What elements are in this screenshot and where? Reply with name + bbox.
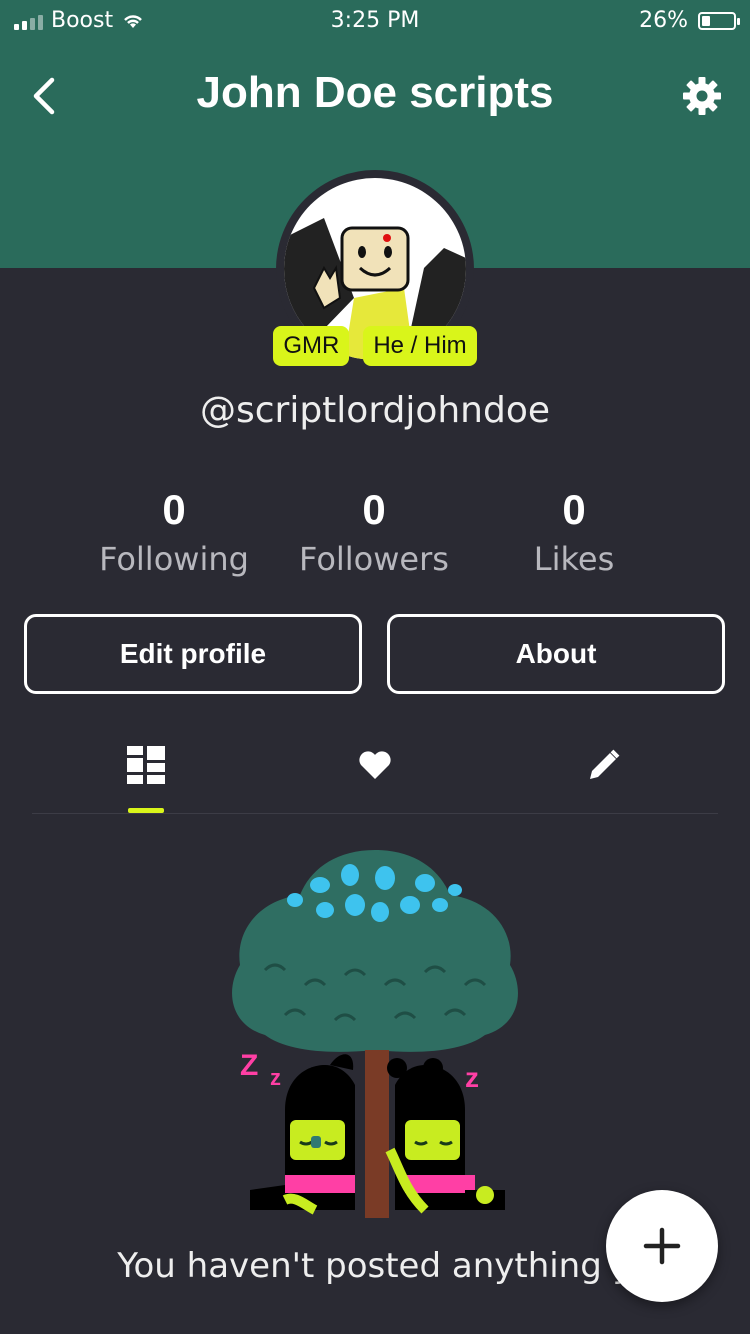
stat-label: Following xyxy=(99,540,249,578)
create-post-button[interactable] xyxy=(606,1190,718,1302)
stat-value: 0 xyxy=(162,486,186,533)
profile-badges: GMR He / Him xyxy=(0,326,750,366)
tab-posts[interactable] xyxy=(116,740,176,790)
tab-drafts[interactable] xyxy=(574,740,634,790)
grid-icon xyxy=(127,746,165,784)
stat-likes[interactable]: 0 Likes xyxy=(474,486,674,578)
stat-label: Likes xyxy=(533,540,615,578)
username: @scriptlordjohndoe xyxy=(199,390,551,431)
battery-percent: 26% xyxy=(639,8,688,33)
status-bar: Boost 3:25 PM 26% xyxy=(0,0,750,42)
badge-pronouns: He / Him xyxy=(363,326,477,366)
heart-icon xyxy=(359,751,391,779)
status-time: 3:25 PM xyxy=(330,8,420,33)
badge-gmr: GMR xyxy=(273,326,350,366)
svg-text:z: z xyxy=(270,1065,281,1090)
stat-following[interactable]: 0 Following xyxy=(74,486,274,578)
edit-profile-button[interactable]: Edit profile xyxy=(24,614,362,694)
stat-value: 0 xyxy=(362,486,386,533)
tabs-divider xyxy=(32,813,718,814)
stat-followers[interactable]: 0 Followers xyxy=(274,486,474,578)
plus-icon xyxy=(643,1227,681,1265)
svg-text:Z: Z xyxy=(240,1049,258,1082)
tab-likes[interactable] xyxy=(345,740,405,790)
stat-value: 0 xyxy=(562,486,586,533)
svg-text:z: z xyxy=(465,1062,479,1093)
battery-icon xyxy=(698,11,740,30)
profile-tabs xyxy=(0,740,750,814)
sleeping-tree-illustration: Z z z xyxy=(232,850,518,1218)
page-title: John Doe scripts xyxy=(196,68,554,117)
stat-label: Followers xyxy=(299,540,449,578)
pencil-icon xyxy=(590,749,620,779)
gear-icon[interactable] xyxy=(682,76,722,116)
about-button[interactable]: About xyxy=(387,614,725,694)
